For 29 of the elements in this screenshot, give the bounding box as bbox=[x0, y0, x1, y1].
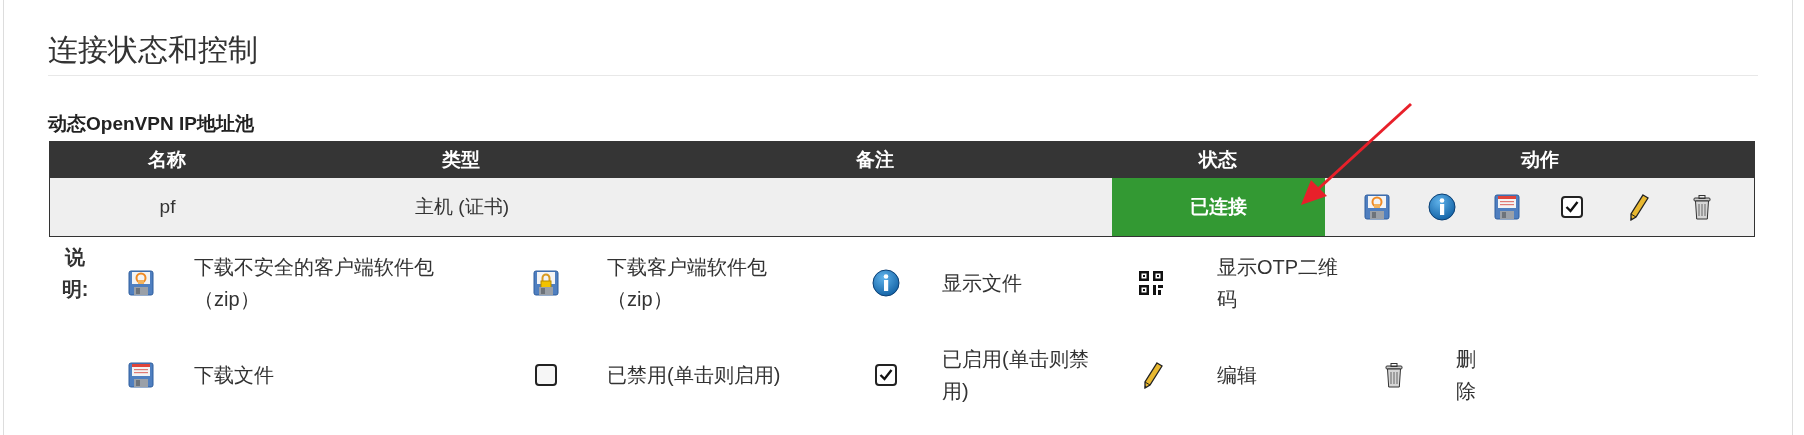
column-header: 名称 bbox=[146, 147, 187, 172]
info-icon[interactable] bbox=[1428, 193, 1456, 221]
legend-text: 下载不安全的客户端软件包（zip） bbox=[194, 255, 435, 312]
checked-checkbox-icon[interactable] bbox=[1558, 193, 1586, 221]
legend-label: 说明: bbox=[60, 245, 90, 302]
legend-text: 显示文件 bbox=[942, 271, 1022, 296]
info-icon bbox=[872, 269, 900, 297]
floppy-disk-person-icon[interactable] bbox=[1363, 193, 1391, 221]
legend-text: 下载文件 bbox=[194, 363, 274, 388]
page-title: 连接状态和控制 bbox=[48, 0, 1758, 76]
column-header: 备注 bbox=[854, 147, 895, 172]
column-header: 动作 bbox=[1519, 147, 1560, 172]
table-cell-text: pf bbox=[158, 195, 177, 219]
empty-checkbox-icon bbox=[532, 361, 560, 389]
legend-text: 显示OTP二维码 bbox=[1217, 255, 1340, 312]
qr-code-icon bbox=[1137, 269, 1165, 297]
table-cell-text: 主机 (证书) bbox=[414, 195, 510, 219]
column-header: 类型 bbox=[441, 147, 481, 172]
column-header: 状态 bbox=[1197, 147, 1238, 172]
status-cell: 已连接 bbox=[1112, 178, 1325, 236]
checked-checkbox-icon bbox=[872, 361, 900, 389]
section-title: 动态OpenVPN IP地址池 bbox=[48, 113, 255, 135]
legend-text: 删除 bbox=[1456, 347, 1477, 404]
legend-text: 编辑 bbox=[1217, 363, 1257, 388]
floppy-disk-person-icon bbox=[127, 269, 155, 297]
floppy-disk-padlock-icon bbox=[532, 269, 560, 297]
legend-text: 已禁用(单击则启用) bbox=[607, 363, 781, 388]
legend-text: 已启用(单击则禁用) bbox=[942, 347, 1090, 404]
legend-text: 下载客户端软件包（zip） bbox=[607, 255, 768, 312]
